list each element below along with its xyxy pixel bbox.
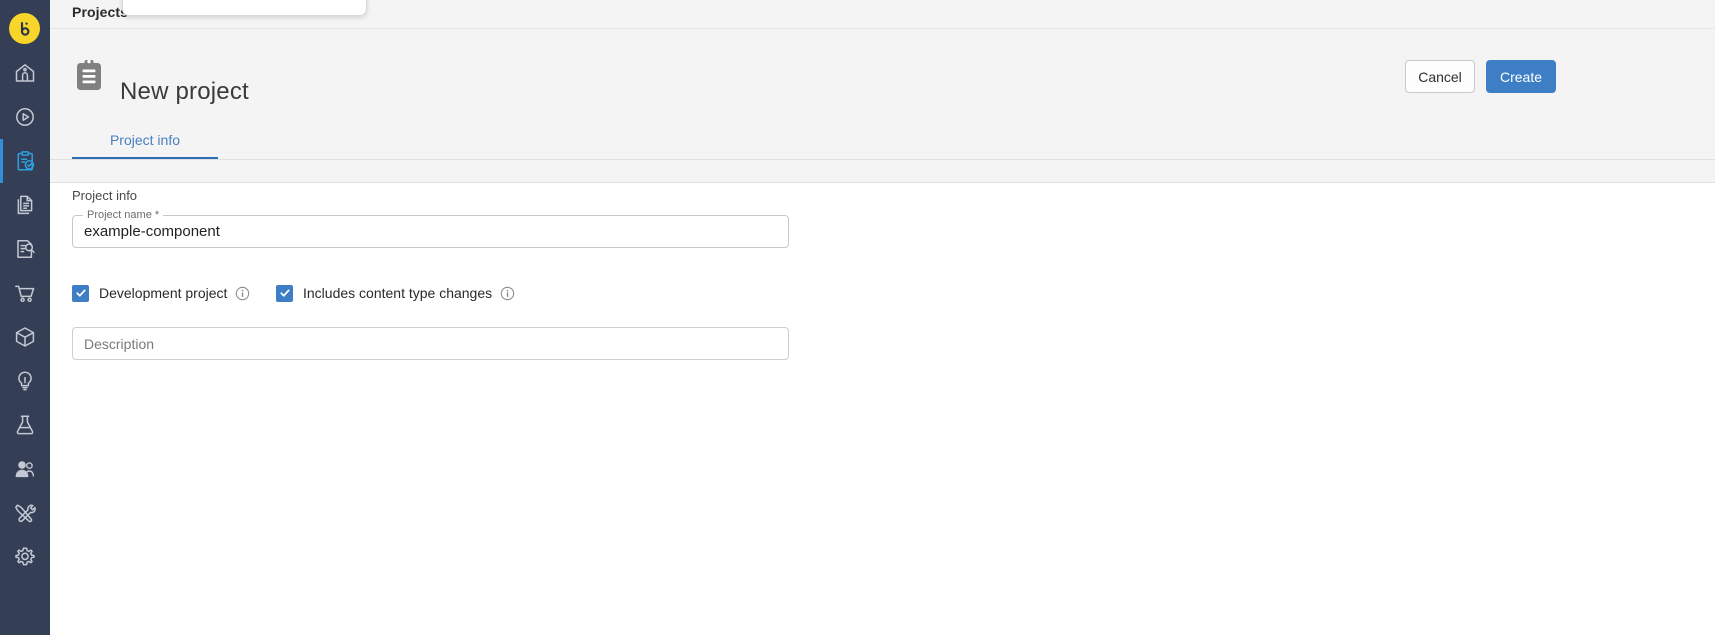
sidebar-item-settings[interactable] xyxy=(0,535,50,579)
development-project-checkbox-group[interactable]: Development project xyxy=(72,283,250,303)
document-search-icon xyxy=(17,240,35,258)
sidebar-item-commerce[interactable] xyxy=(0,271,50,315)
header-background-extension xyxy=(50,160,1715,182)
project-name-field[interactable]: Project name * example-component xyxy=(72,208,789,248)
users-icon xyxy=(15,461,35,478)
check-icon xyxy=(75,289,86,297)
description-placeholder: Description xyxy=(84,336,155,352)
description-field[interactable]: Description xyxy=(72,327,789,360)
tab-bar-divider xyxy=(50,159,1715,160)
play-circle-icon xyxy=(16,108,34,126)
cart-icon xyxy=(15,285,35,303)
sidebar-item-content[interactable] xyxy=(0,183,50,227)
sidebar-item-experience-manager[interactable] xyxy=(0,95,50,139)
sidebar-item-setup[interactable] xyxy=(0,491,50,535)
clipboard-check-icon xyxy=(17,151,35,171)
info-icon[interactable] xyxy=(500,286,515,301)
sidebar-item-content-search[interactable] xyxy=(0,227,50,271)
top-strip: Projects xyxy=(50,0,1715,28)
sidebar-item-experiments[interactable] xyxy=(0,403,50,447)
development-project-checkbox[interactable] xyxy=(72,284,89,302)
section-label: Project info xyxy=(72,188,138,203)
content-type-changes-label: Includes content type changes xyxy=(303,285,493,301)
info-icon[interactable] xyxy=(235,286,250,301)
page-header: New project Cancel Create xyxy=(50,28,1715,123)
cube-icon xyxy=(15,327,35,347)
page-title: New project xyxy=(120,78,249,106)
documents-icon xyxy=(17,195,33,215)
lightbulb-icon xyxy=(18,371,32,391)
home-icon xyxy=(15,64,35,82)
form-body: Project info Project name * example-comp… xyxy=(50,183,1715,635)
content-type-changes-checkbox[interactable] xyxy=(276,284,293,302)
gear-icon xyxy=(15,547,35,566)
cancel-button[interactable]: Cancel xyxy=(1405,60,1475,93)
left-sidebar xyxy=(0,0,50,635)
clipped-popup-panel[interactable] xyxy=(122,0,367,16)
breadcrumb[interactable]: Projects xyxy=(72,4,128,20)
tools-icon xyxy=(15,504,36,523)
development-project-label: Development project xyxy=(99,285,228,301)
tab-project-info[interactable]: Project info xyxy=(72,123,218,160)
tab-bar: Project info xyxy=(50,123,1715,160)
sidebar-item-insights[interactable] xyxy=(0,359,50,403)
project-name-value: example-component xyxy=(84,223,220,240)
content-type-changes-checkbox-group[interactable]: Includes content type changes xyxy=(276,283,515,303)
project-name-label: Project name * xyxy=(83,208,164,222)
sidebar-item-projects[interactable] xyxy=(0,139,50,183)
sidebar-item-home[interactable] xyxy=(0,51,50,95)
clipboard-icon xyxy=(74,59,104,92)
sidebar-item-audiences[interactable] xyxy=(0,447,50,491)
create-button[interactable]: Create xyxy=(1486,60,1556,93)
application-window: Projects New project Cancel Create Proje… xyxy=(0,0,1715,635)
bloomreach-logo[interactable] xyxy=(9,13,40,44)
flask-icon xyxy=(16,415,34,435)
sidebar-item-components[interactable] xyxy=(0,315,50,359)
check-icon xyxy=(279,289,290,297)
